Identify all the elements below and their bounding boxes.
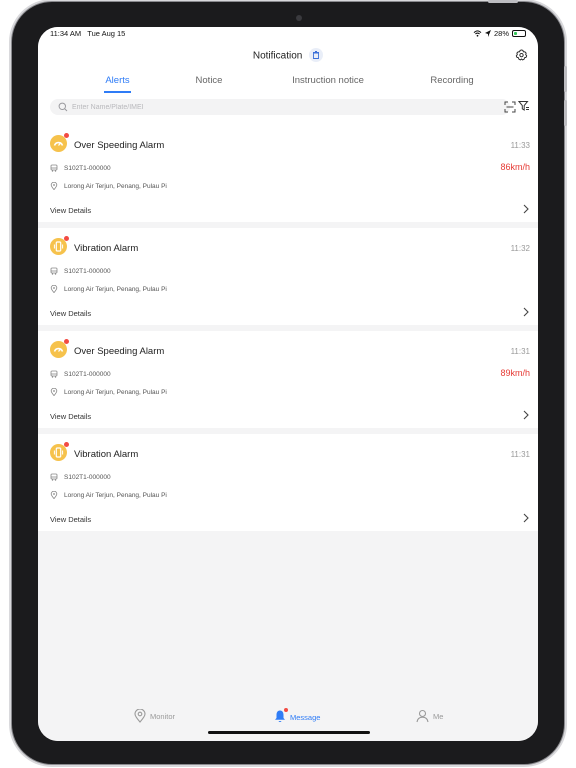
chevron-right-icon[interactable] bbox=[522, 410, 530, 420]
view-details-link[interactable]: View Details bbox=[50, 206, 91, 215]
alert-name: Over Speeding Alarm bbox=[74, 140, 165, 151]
nav-label: Me bbox=[433, 711, 444, 721]
bell-icon bbox=[274, 708, 288, 725]
unread-badge bbox=[64, 442, 69, 447]
bottom-nav: Monitor Message Me bbox=[38, 697, 538, 741]
speedometer-icon bbox=[50, 133, 69, 152]
app-screen: 11:34 AM Tue Aug 15 28% Notification Ale… bbox=[38, 27, 538, 741]
vibration-icon bbox=[50, 236, 69, 255]
location-text: Lorong Air Terjun, Penang, Pulau Pi bbox=[64, 285, 167, 293]
unread-badge bbox=[64, 236, 69, 241]
search-icon bbox=[58, 102, 68, 112]
vehicle-id: S102T1-000000 bbox=[64, 164, 111, 172]
unread-badge bbox=[64, 339, 69, 344]
view-details-link[interactable]: View Details bbox=[50, 309, 91, 318]
vehicle-id: S102T1-000000 bbox=[64, 370, 111, 378]
volume-button bbox=[564, 100, 567, 126]
vehicle-row: S102T1-000000 bbox=[50, 473, 111, 481]
status-indicators: 28% bbox=[473, 29, 526, 38]
alert-card[interactable]: Vibration Alarm 11:31 S102T1-000000 Loro… bbox=[38, 434, 538, 531]
alert-time: 11:32 bbox=[510, 244, 530, 253]
location-text: Lorong Air Terjun, Penang, Pulau Pi bbox=[64, 182, 167, 190]
vehicle-row: S102T1-000000 bbox=[50, 267, 111, 275]
location-row: Lorong Air Terjun, Penang, Pulau Pi bbox=[50, 285, 167, 293]
view-details-link[interactable]: View Details bbox=[50, 412, 91, 421]
speed-value: 89km/h bbox=[500, 368, 530, 378]
vehicle-icon bbox=[50, 473, 58, 481]
location-pin-icon bbox=[50, 491, 58, 499]
location-pin-icon bbox=[134, 709, 146, 723]
tab-active-indicator bbox=[104, 91, 131, 93]
tab-recording[interactable]: Recording bbox=[422, 75, 482, 86]
search-input[interactable] bbox=[72, 99, 452, 115]
unread-badge bbox=[284, 708, 288, 712]
view-details-link[interactable]: View Details bbox=[50, 515, 91, 524]
speedometer-icon bbox=[50, 339, 69, 358]
nav-label: Message bbox=[290, 712, 321, 722]
nav-message[interactable]: Message bbox=[274, 708, 321, 725]
location-row: Lorong Air Terjun, Penang, Pulau Pi bbox=[50, 491, 167, 499]
status-bar: 11:34 AM Tue Aug 15 28% bbox=[38, 27, 538, 41]
tab-alerts[interactable]: Alerts bbox=[94, 75, 141, 86]
location-text: Lorong Air Terjun, Penang, Pulau Pi bbox=[64, 491, 167, 499]
alert-card[interactable]: Over Speeding Alarm 11:31 S102T1-000000 … bbox=[38, 331, 538, 428]
clear-notifications-button[interactable] bbox=[309, 48, 324, 62]
volume-button bbox=[564, 66, 567, 92]
alert-card[interactable]: Vibration Alarm 11:32 S102T1-000000 Loro… bbox=[38, 228, 538, 325]
vehicle-id: S102T1-000000 bbox=[64, 267, 111, 275]
location-row: Lorong Air Terjun, Penang, Pulau Pi bbox=[50, 388, 167, 396]
vehicle-row: S102T1-000000 bbox=[50, 164, 111, 172]
location-pin-icon bbox=[50, 182, 58, 190]
location-text: Lorong Air Terjun, Penang, Pulau Pi bbox=[64, 388, 167, 396]
vehicle-id: S102T1-000000 bbox=[64, 473, 111, 481]
unread-badge bbox=[64, 133, 69, 138]
speed-value: 86km/h bbox=[500, 162, 530, 172]
alert-name: Vibration Alarm bbox=[74, 243, 139, 254]
location-pin-icon bbox=[50, 285, 58, 293]
battery-percent: 28% bbox=[493, 29, 509, 38]
alert-name: Over Speeding Alarm bbox=[74, 346, 165, 357]
nav-label: Monitor bbox=[150, 711, 176, 721]
tab-instruction-notice[interactable]: Instruction notice bbox=[278, 75, 378, 86]
vehicle-icon bbox=[50, 267, 58, 275]
chevron-right-icon[interactable] bbox=[522, 513, 530, 523]
chevron-right-icon[interactable] bbox=[522, 307, 530, 317]
alert-time: 11:33 bbox=[510, 141, 530, 150]
vehicle-row: S102T1-000000 bbox=[50, 370, 111, 378]
alert-time: 11:31 bbox=[510, 450, 530, 459]
wifi-icon bbox=[473, 30, 482, 37]
chevron-right-icon[interactable] bbox=[522, 204, 530, 214]
person-icon bbox=[416, 709, 429, 723]
location-arrow-icon bbox=[484, 30, 491, 37]
power-button bbox=[488, 0, 518, 3]
battery-icon bbox=[512, 30, 526, 37]
page-title: Notification bbox=[38, 48, 538, 63]
search-bar bbox=[50, 99, 516, 115]
vehicle-icon bbox=[50, 370, 58, 378]
home-indicator[interactable] bbox=[208, 731, 370, 734]
alert-card[interactable]: Over Speeding Alarm 11:33 S102T1-000000 … bbox=[38, 125, 538, 222]
location-pin-icon bbox=[50, 388, 58, 396]
alert-name: Vibration Alarm bbox=[74, 449, 139, 460]
trash-icon bbox=[313, 51, 320, 59]
location-row: Lorong Air Terjun, Penang, Pulau Pi bbox=[50, 182, 167, 190]
filter-icon[interactable] bbox=[518, 100, 530, 112]
gear-icon[interactable] bbox=[515, 49, 528, 62]
nav-me[interactable]: Me bbox=[416, 709, 443, 723]
vehicle-icon bbox=[50, 164, 58, 172]
nav-monitor[interactable]: Monitor bbox=[134, 709, 175, 723]
front-camera bbox=[296, 15, 302, 21]
vibration-icon bbox=[50, 442, 69, 461]
tab-notice[interactable]: Notice bbox=[184, 75, 234, 86]
scan-icon[interactable] bbox=[504, 101, 516, 113]
alert-time: 11:31 bbox=[510, 347, 530, 356]
status-time-date: 11:34 AM Tue Aug 15 bbox=[50, 29, 126, 38]
alert-list: Over Speeding Alarm 11:33 S102T1-000000 … bbox=[38, 125, 538, 537]
